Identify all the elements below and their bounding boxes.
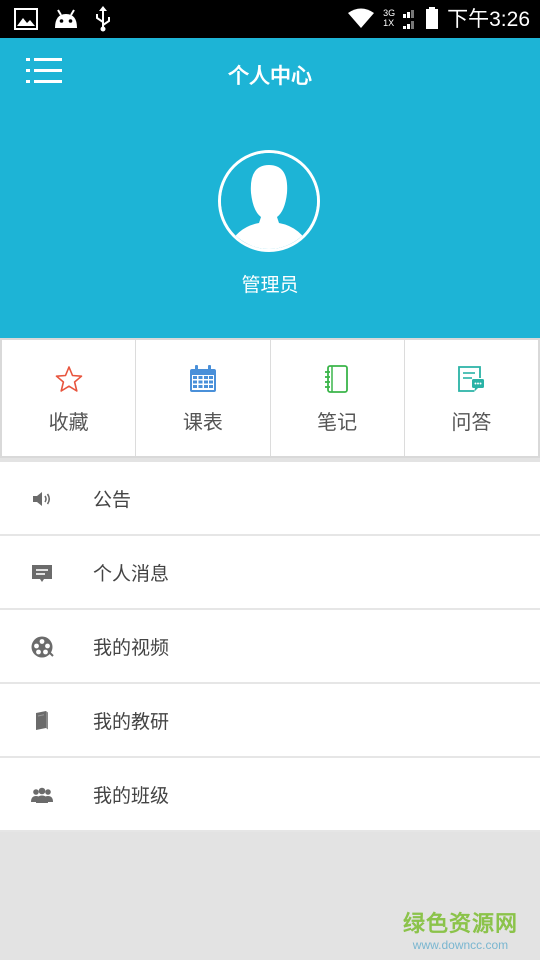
user-silhouette-icon xyxy=(221,153,317,249)
menu-item-label: 个人消息 xyxy=(93,562,170,585)
film-reel-icon xyxy=(31,636,54,658)
menu-item-label: 我的教研 xyxy=(93,710,170,733)
menu-item-label: 公告 xyxy=(93,488,132,511)
quick-action-qa[interactable]: 问答 xyxy=(405,340,538,456)
menu-item-label: 我的班级 xyxy=(93,784,170,807)
menu-item-label: 我的视频 xyxy=(93,636,170,659)
quick-action-label: 笔记 xyxy=(317,410,358,434)
menu-item-videos[interactable]: 我的视频 xyxy=(0,610,540,684)
star-icon xyxy=(55,366,82,392)
menu-item-announcements[interactable]: 公告 xyxy=(0,462,540,536)
wifi-icon xyxy=(348,8,375,28)
clock: 下午3:26 xyxy=(447,8,530,31)
watermark-name: 绿色资源网 xyxy=(402,912,518,937)
group-icon xyxy=(31,787,53,803)
notebook-icon xyxy=(325,365,349,393)
watermark: 绿色资源网 www.downcc.com xyxy=(403,906,518,952)
image-icon xyxy=(14,8,38,30)
profile-header: 个人中心 管理员 xyxy=(0,38,540,338)
quick-action-schedule[interactable]: 课表 xyxy=(136,340,271,456)
speaker-icon xyxy=(33,492,51,506)
menu-list: 公告 个人消息 我的视频 我的教研 我的班级 xyxy=(0,462,540,832)
signal-icon xyxy=(403,10,415,29)
battery-icon xyxy=(426,7,439,29)
quick-actions-grid: 收藏 课表 笔记 问答 xyxy=(0,338,540,458)
watermark-url: www.downcc.com xyxy=(412,938,509,952)
menu-item-messages[interactable]: 个人消息 xyxy=(0,536,540,610)
quick-action-label: 问答 xyxy=(451,410,492,434)
message-icon xyxy=(32,565,52,582)
page-title: 个人中心 xyxy=(228,64,312,88)
quick-action-notes[interactable]: 笔记 xyxy=(271,340,405,456)
status-bar: 3G 1X 下午3:26 xyxy=(0,0,540,38)
book-icon xyxy=(36,711,48,730)
android-icon xyxy=(55,9,77,28)
qa-icon xyxy=(458,366,485,392)
status-left xyxy=(14,6,112,32)
quick-action-favorites[interactable]: 收藏 xyxy=(2,340,137,456)
network-bottom-label: 1X xyxy=(383,18,395,28)
calendar-icon xyxy=(189,365,216,392)
quick-action-label: 课表 xyxy=(182,410,223,434)
network-type: 3G 1X xyxy=(383,8,395,28)
user-name: 管理员 xyxy=(241,274,299,296)
status-right: 3G 1X 下午3:26 xyxy=(347,3,530,33)
usb-icon xyxy=(96,6,110,32)
quick-action-label: 收藏 xyxy=(48,410,89,434)
network-top-label: 3G xyxy=(383,8,396,18)
menu-item-research[interactable]: 我的教研 xyxy=(0,684,540,758)
menu-item-class[interactable]: 我的班级 xyxy=(0,758,540,832)
avatar[interactable] xyxy=(218,150,320,252)
